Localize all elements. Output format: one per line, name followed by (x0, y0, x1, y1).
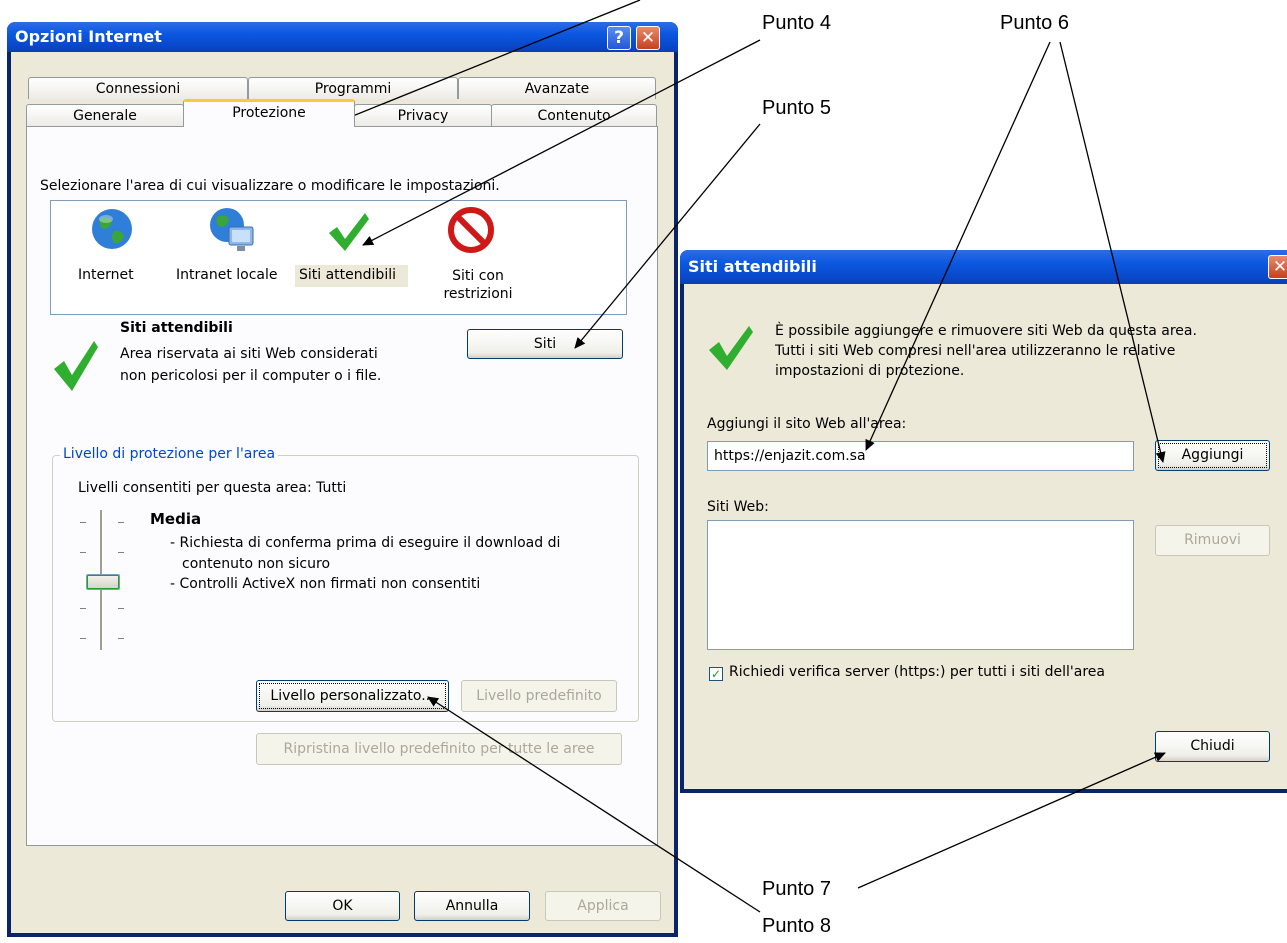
arrow-punto8 (427, 696, 761, 913)
arrow-punto6-input (865, 41, 1051, 451)
arrow-punto5 (574, 123, 761, 349)
arrow-punto7 (857, 752, 1166, 889)
tab-protezione[interactable]: Protezione (183, 99, 355, 127)
arrow-top-to-protezione (332, 0, 641, 125)
arrow-punto4 (362, 39, 761, 246)
arrow-punto6-add (1059, 41, 1166, 463)
annotation-arrows (332, 0, 1166, 913)
